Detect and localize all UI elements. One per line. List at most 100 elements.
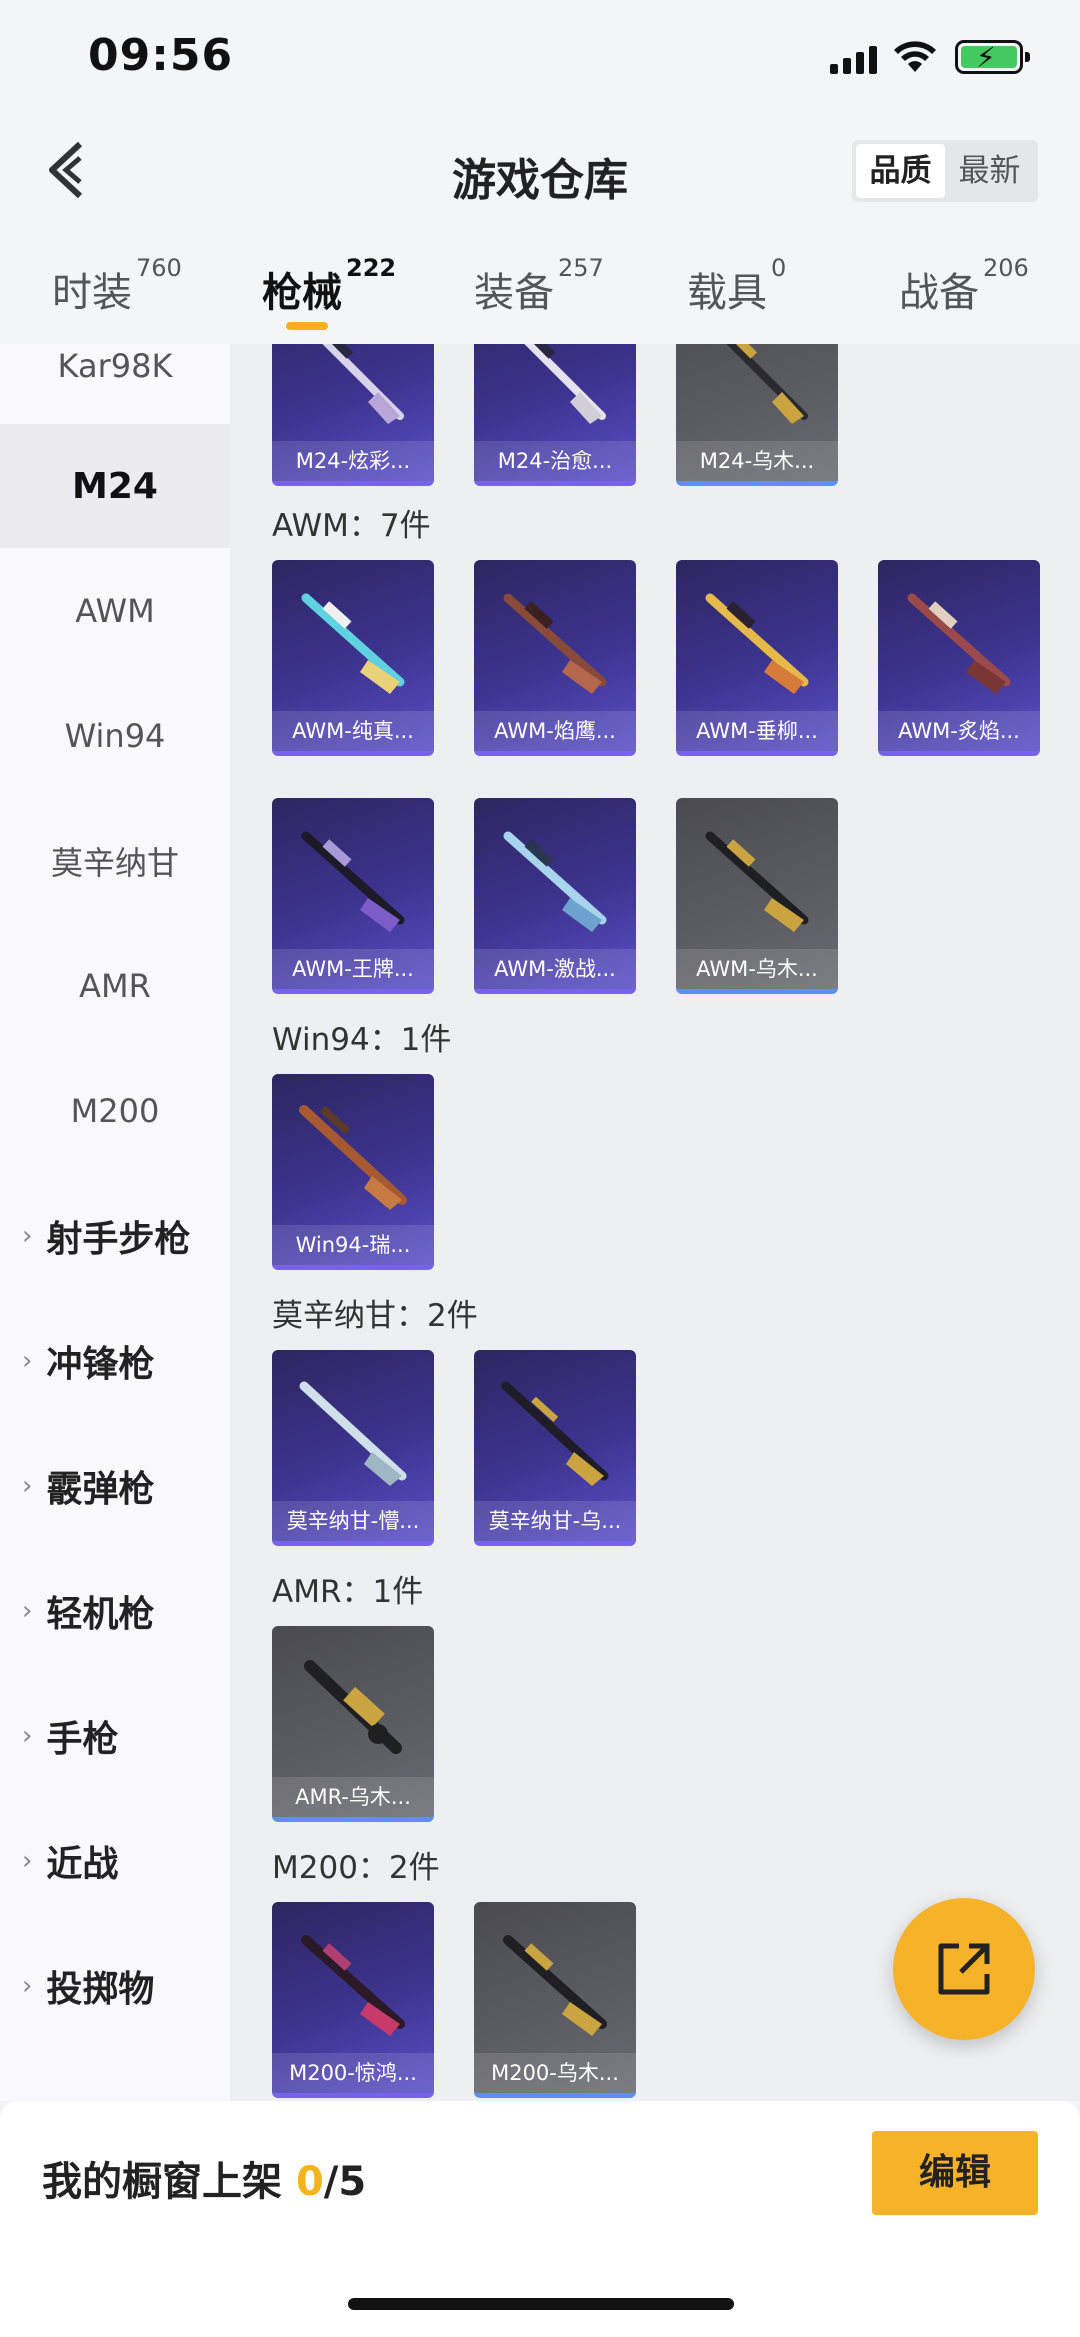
item-name: 莫辛纳甘-乌... — [474, 1501, 636, 1541]
tab-count: 257 — [558, 254, 604, 282]
item-name: M200-惊鸿... — [272, 2053, 434, 2093]
tab-label: 时装 — [52, 270, 132, 316]
item-name: M24-乌木... — [676, 441, 838, 481]
item-card[interactable]: M24-乌木... — [676, 344, 838, 486]
sniper-rifle-icon — [907, 593, 1011, 694]
item-card[interactable]: M200-乌木... — [474, 1902, 636, 2098]
item-card[interactable]: AWM-纯真... — [272, 560, 434, 756]
sort-toggle: 品质 最新 — [852, 140, 1038, 202]
sidebar-category-label: 射手步枪 — [46, 1219, 191, 1260]
item-card[interactable]: AWM-王牌... — [272, 798, 434, 994]
item-card[interactable]: AMR-乌木... — [272, 1626, 434, 1822]
item-card[interactable]: AWM-垂柳... — [676, 560, 838, 756]
showcase-current-count: 0 — [295, 2159, 324, 2205]
chevron-right-icon: › — [22, 1471, 33, 1501]
item-name: AWM-炙焰... — [878, 711, 1040, 751]
status-bar: 09:56 ⚡ — [0, 0, 1080, 120]
item-card[interactable]: AWM-乌木... — [676, 798, 838, 994]
active-tab-indicator — [286, 322, 328, 330]
chevron-right-icon: › — [22, 1846, 33, 1876]
edit-button[interactable]: 编辑 — [872, 2131, 1038, 2215]
share-button[interactable] — [893, 1898, 1035, 2040]
tab-label: 战备 — [899, 270, 979, 316]
tab-count: 206 — [983, 254, 1029, 282]
sort-newest-option[interactable]: 最新 — [945, 144, 1034, 198]
sniper-rifle-icon — [503, 593, 607, 694]
sidebar-category-pistol[interactable]: › 手枪 — [0, 1674, 230, 1798]
share-icon — [938, 1943, 990, 1995]
rifle-icon — [299, 1105, 407, 1210]
group-title-m200: M200：2件 — [272, 1850, 440, 1886]
tab-count: 760 — [136, 254, 182, 282]
sniper-rifle-icon — [322, 344, 404, 424]
sidebar-item-kar98k[interactable]: Kar98K — [0, 344, 230, 428]
sidebar-item-mosin[interactable]: 莫辛纳甘 — [0, 799, 230, 923]
sniper-rifle-icon — [726, 344, 808, 424]
sidebar-category-label: 轻机枪 — [46, 1594, 155, 1635]
sidebar-category-dmr[interactable]: › 射手步枪 — [0, 1174, 230, 1298]
tab-vehicles[interactable]: 载具0 — [687, 254, 786, 318]
rifle-icon — [501, 1381, 609, 1486]
wifi-icon — [894, 41, 936, 72]
tab-supplies[interactable]: 战备206 — [899, 254, 1029, 318]
sniper-rifle-icon — [301, 1935, 405, 2036]
group-title-mosin: 莫辛纳甘：2件 — [272, 1298, 478, 1334]
item-card[interactable]: M200-惊鸿... — [272, 1902, 434, 2098]
sidebar-category-smg[interactable]: › 冲锋枪 — [0, 1299, 230, 1423]
item-grid: M24-炫彩... M24-治愈... M24-乌木... AWM：7件 AWM… — [230, 344, 1080, 2101]
sniper-rifle-icon — [705, 593, 809, 694]
item-card[interactable]: 莫辛纳甘-乌... — [474, 1350, 636, 1546]
sidebar-item-m24[interactable]: M24 — [0, 424, 230, 548]
chevron-right-icon: › — [22, 1596, 33, 1626]
item-name: AMR-乌木... — [272, 1777, 434, 1817]
category-tabs: 时装760 枪械222 装备257 载具0 战备206 — [0, 250, 1080, 344]
sidebar-category-melee[interactable]: › 近战 — [0, 1799, 230, 1923]
showcase-status: 我的橱窗上架 0/5 — [42, 2149, 366, 2207]
chevron-right-icon: › — [22, 1346, 33, 1376]
item-name: AWM-垂柳... — [676, 711, 838, 751]
tab-firearms[interactable]: 枪械222 — [262, 254, 396, 318]
status-time: 09:56 — [88, 30, 234, 81]
sidebar-item-amr[interactable]: AMR — [0, 924, 230, 1048]
sidebar-item-win94[interactable]: Win94 — [0, 674, 230, 798]
sniper-rifle-icon — [503, 1935, 607, 2036]
chevron-right-icon: › — [22, 1721, 33, 1751]
item-name: AWM-纯真... — [272, 711, 434, 751]
sidebar-category-label: 近战 — [46, 1844, 119, 1885]
item-card[interactable]: AWM-炙焰... — [878, 560, 1040, 756]
item-name: 莫辛纳甘-懵... — [272, 1501, 434, 1541]
sidebar-category-throwables[interactable]: › 投掷物 — [0, 1924, 230, 2048]
showcase-total: /5 — [323, 2159, 367, 2205]
warehouse-screen: 09:56 ⚡ 游戏仓库 品质 最新 时装760 枪械222 装备257 载具0… — [0, 0, 1080, 2337]
home-indicator[interactable] — [348, 2298, 734, 2310]
item-card[interactable]: 莫辛纳甘-懵... — [272, 1350, 434, 1546]
item-card[interactable]: AWM-焰鹰... — [474, 560, 636, 756]
showcase-label: 我的橱窗上架 — [42, 2159, 282, 2205]
item-card[interactable]: M24-炫彩... — [272, 344, 434, 486]
item-card[interactable]: M24-治愈... — [474, 344, 636, 486]
signal-icon — [830, 46, 878, 74]
group-title-awm: AWM：7件 — [272, 508, 431, 544]
sort-quality-option[interactable]: 品质 — [856, 144, 945, 198]
sidebar-category-shotgun[interactable]: › 霰弹枪 — [0, 1424, 230, 1548]
sidebar-category-label: 手枪 — [46, 1719, 119, 1760]
item-name: M24-治愈... — [474, 441, 636, 481]
sniper-rifle-icon — [301, 831, 405, 932]
tab-equipment[interactable]: 装备257 — [474, 254, 604, 318]
item-card[interactable]: AWM-激战... — [474, 798, 636, 994]
tab-label: 载具 — [687, 270, 767, 316]
sniper-rifle-icon — [524, 344, 606, 424]
tab-fashion[interactable]: 时装760 — [52, 254, 182, 318]
sidebar-item-m200[interactable]: M200 — [0, 1049, 230, 1173]
item-name: AWM-激战... — [474, 949, 636, 989]
sidebar-category-lmg[interactable]: › 轻机枪 — [0, 1549, 230, 1673]
anti-materiel-rifle-icon — [304, 1660, 402, 1754]
item-name: M200-乌木... — [474, 2053, 636, 2093]
item-name: AWM-乌木... — [676, 949, 838, 989]
sniper-rifle-icon — [705, 831, 809, 932]
sidebar-category-label: 投掷物 — [46, 1969, 155, 2010]
sniper-rifle-icon — [503, 831, 607, 932]
item-card[interactable]: Win94-瑞... — [272, 1074, 434, 1270]
item-name: M24-炫彩... — [272, 441, 434, 481]
sidebar-item-awm[interactable]: AWM — [0, 549, 230, 673]
